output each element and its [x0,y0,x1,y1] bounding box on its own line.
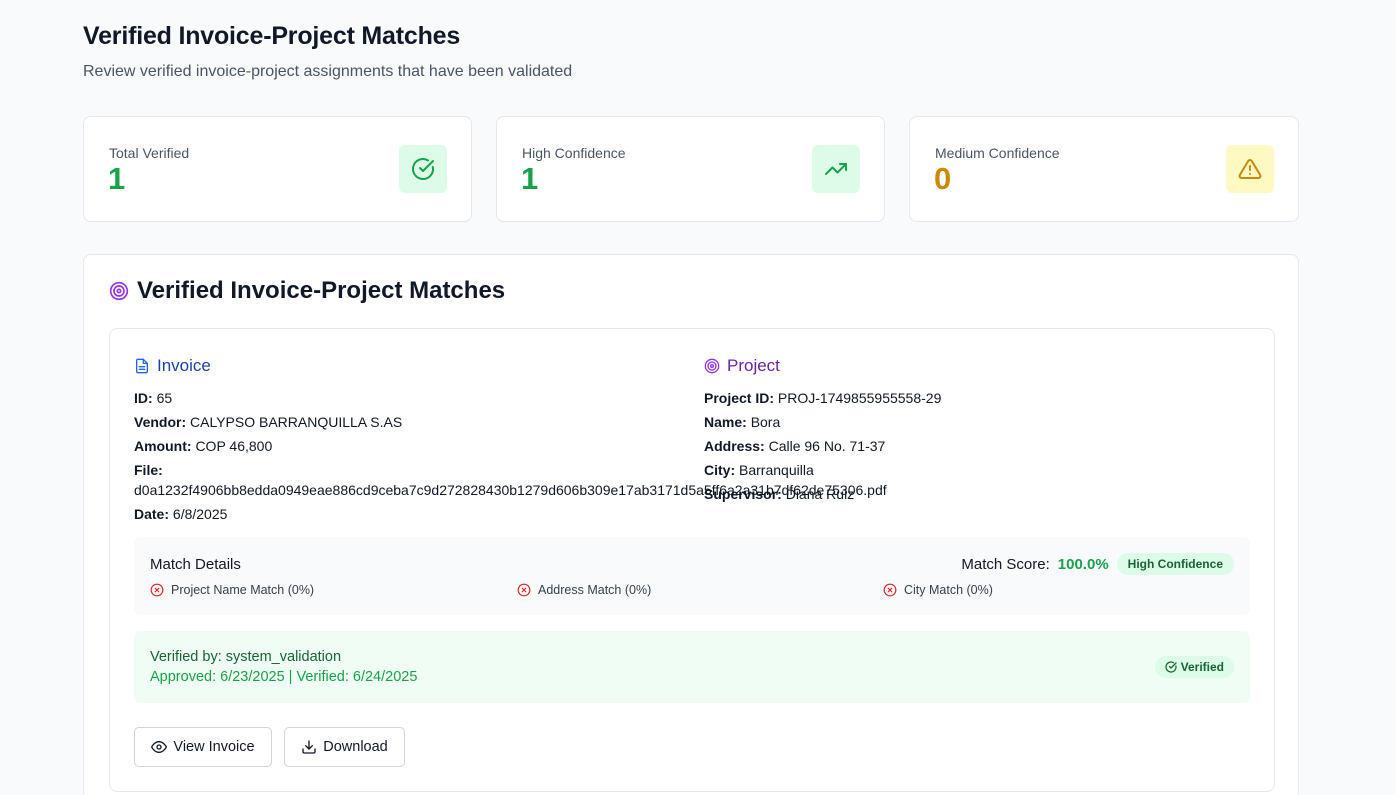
invoice-heading-text: Invoice [157,356,211,375]
invoice-section: Invoice ID: 65 Vendor: CALYPSO BARRANQUI… [134,355,887,526]
invoice-amount: COP 46,800 [195,438,273,454]
download-icon [301,739,317,755]
invoice-heading: Invoice [134,355,694,377]
panel-title-text: Verified Invoice-Project Matches [137,277,506,304]
x-circle-icon [883,583,897,597]
match-details: Match Details Match Score: 100.0% High C… [134,537,1250,615]
verified-by: Verified by: system_validation [150,649,342,665]
page-subtitle: Review verified invoice-project assignme… [83,63,573,80]
invoice-file-field: File: d0a1232f4906bb8edda0949eae886cd9ce… [134,462,887,498]
project-address-field: Address: Calle 96 No. 71-37 [704,438,886,454]
project-section: Project Project ID: PROJ-1749855955558-2… [704,355,1264,506]
match-score-value: 100.0% [1057,555,1109,573]
project-address: Calle 96 No. 71-37 [768,438,886,454]
project-city-field: City: Barranquilla [704,462,814,478]
invoice-amount-field: Amount: COP 46,800 [134,438,273,454]
project-supervisor-field: Supervisor: Diana Ruiz [704,486,855,502]
project-name-field: Name: Bora [704,414,781,430]
match-score: Match Score: 100.0% High Confidence [961,553,1234,575]
invoice-vendor: CALYPSO BARRANQUILLA S.AS [190,414,403,430]
project-heading-text: Project [727,356,780,375]
project-id: PROJ-1749855955558-29 [777,390,942,406]
verification-dates: Approved: 6/23/2025 | Verified: 6/24/202… [150,669,418,685]
project-id-field: Project ID: PROJ-1749855955558-29 [704,390,942,406]
view-invoice-button[interactable]: View Invoice [134,727,272,767]
confidence-badge: High Confidence [1116,553,1234,575]
match-card: Invoice ID: 65 Vendor: CALYPSO BARRANQUI… [109,328,1275,792]
target-icon [704,358,720,374]
verified-matches-panel: Verified Invoice-Project Matches Invoice… [83,254,1299,795]
panel-title: Verified Invoice-Project Matches [109,277,505,305]
stat-card-medium-confidence: Medium Confidence 0 [909,116,1299,222]
stat-label: Medium Confidence [935,145,1060,161]
eye-icon [151,739,168,755]
stat-card-high-confidence: High Confidence 1 [496,116,885,222]
stat-value: 0 [934,161,952,196]
project-city: Barranquilla [739,462,814,478]
invoice-date: 6/8/2025 [172,506,228,522]
page-title: Verified Invoice-Project Matches [83,22,461,50]
project-supervisor: Diana Ruiz [785,486,855,502]
stat-card-total-verified: Total Verified 1 [83,116,472,222]
invoice-id: 65 [156,390,173,406]
project-name: Bora [750,414,781,430]
invoice-id-field: ID: 65 [134,390,173,406]
trending-up-icon [812,145,860,193]
file-text-icon [134,358,150,374]
x-circle-icon [517,583,531,597]
criterion-project-name: Project Name Match (0%) [150,583,314,597]
stat-value: 1 [108,161,126,196]
view-invoice-label: View Invoice [173,739,255,755]
stat-label: High Confidence [522,145,626,161]
check-circle-icon [399,145,447,193]
criterion-city: City Match (0%) [883,583,993,597]
stat-label: Total Verified [109,145,190,161]
match-score-label: Match Score: [961,555,1050,573]
x-circle-icon [150,583,164,597]
criterion-address: Address Match (0%) [517,583,651,597]
match-details-title: Match Details [150,556,241,573]
target-icon [109,281,129,301]
warning-triangle-icon [1226,145,1274,193]
download-button[interactable]: Download [284,727,405,767]
check-circle-icon [1165,661,1177,673]
stat-value: 1 [521,161,539,196]
verified-badge: Verified [1154,656,1234,678]
verification-info: Verified by: system_validation Approved:… [134,631,1250,703]
invoice-vendor-field: Vendor: CALYPSO BARRANQUILLA S.AS [134,414,403,430]
project-heading: Project [704,355,1264,377]
invoice-date-field: Date: 6/8/2025 [134,506,228,522]
download-label: Download [323,739,388,755]
